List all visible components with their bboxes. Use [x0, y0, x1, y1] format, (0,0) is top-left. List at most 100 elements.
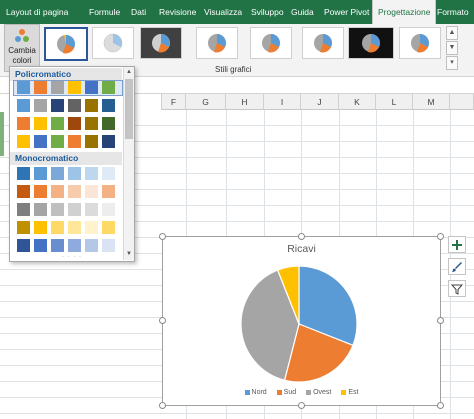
resize-handle[interactable] [159, 317, 166, 324]
gallery-more-icon[interactable]: ▾ [446, 56, 458, 70]
tab-guida[interactable]: Guida [291, 0, 314, 24]
colorful-swatch[interactable] [85, 99, 98, 112]
monochrome-swatch[interactable] [34, 239, 47, 252]
resize-handle[interactable] [298, 402, 305, 409]
colorful-swatch[interactable] [34, 81, 47, 94]
colorful-swatch[interactable] [102, 81, 115, 94]
monochrome-swatch[interactable] [85, 239, 98, 252]
monochrome-swatch[interactable] [85, 221, 98, 234]
column-header-n[interactable] [450, 94, 474, 110]
chart-filters-button[interactable] [448, 280, 466, 297]
monochrome-swatch[interactable] [102, 239, 115, 252]
chart-styles-button[interactable] [448, 258, 466, 275]
chart-elements-button[interactable] [448, 236, 466, 253]
tab-sviluppo[interactable]: Sviluppo [251, 0, 284, 24]
monochrome-swatch[interactable] [51, 221, 64, 234]
menu-scrollbar[interactable]: ▲ ▼ [123, 67, 134, 260]
chart-style-6[interactable] [302, 27, 344, 59]
colorful-swatch[interactable] [68, 81, 81, 94]
scroll-down-icon[interactable]: ▼ [124, 249, 134, 259]
scroll-up-icon[interactable]: ▲ [124, 67, 134, 77]
colorful-swatch[interactable] [34, 99, 47, 112]
monochrome-swatch[interactable] [34, 203, 47, 216]
colorful-swatch[interactable] [51, 81, 64, 94]
colorful-swatch[interactable] [68, 117, 81, 130]
colorful-swatch[interactable] [68, 135, 81, 148]
column-header-m[interactable]: M [413, 94, 450, 110]
monochrome-swatch[interactable] [85, 185, 98, 198]
scroll-thumb[interactable] [125, 79, 133, 139]
resize-handle[interactable] [298, 233, 305, 240]
colorful-swatch[interactable] [85, 135, 98, 148]
colorful-swatch[interactable] [85, 81, 98, 94]
tab-layout-di-pagina[interactable]: Layout di pagina [6, 0, 68, 24]
colorful-swatch[interactable] [102, 117, 115, 130]
monochrome-swatch[interactable] [51, 203, 64, 216]
monochrome-swatch[interactable] [85, 167, 98, 180]
colorful-swatch[interactable] [17, 135, 30, 148]
monochrome-swatch[interactable] [17, 167, 30, 180]
colorful-swatch[interactable] [34, 117, 47, 130]
monochrome-swatch[interactable] [51, 185, 64, 198]
pie-plot-area[interactable] [163, 237, 440, 405]
colorful-swatch[interactable] [102, 99, 115, 112]
tab-dati[interactable]: Dati [131, 0, 146, 24]
resize-grip-icon[interactable]: · · · · [62, 254, 82, 260]
change-colors-button[interactable]: Cambia colori [4, 24, 40, 72]
column-header-i[interactable]: I [264, 94, 301, 110]
colorful-swatch[interactable] [17, 99, 30, 112]
monochrome-swatch[interactable] [68, 203, 81, 216]
monochrome-swatch[interactable] [17, 239, 30, 252]
monochrome-swatch[interactable] [85, 203, 98, 216]
chart-legend[interactable]: Nord Sud Ovest Est [163, 389, 440, 396]
monochrome-swatch[interactable] [102, 221, 115, 234]
monochrome-swatch[interactable] [34, 221, 47, 234]
colorful-swatch[interactable] [68, 99, 81, 112]
chart-style-3[interactable] [140, 27, 182, 59]
chart-style-4[interactable] [196, 27, 238, 59]
colorful-swatch[interactable] [51, 117, 64, 130]
column-header-j[interactable]: J [301, 94, 339, 110]
resize-handle[interactable] [437, 317, 444, 324]
chart-style-1[interactable] [44, 27, 88, 61]
monochrome-swatch[interactable] [102, 203, 115, 216]
colorful-swatch[interactable] [17, 81, 30, 94]
colorful-swatch[interactable] [51, 99, 64, 112]
monochrome-swatch[interactable] [17, 221, 30, 234]
monochrome-swatch[interactable] [51, 167, 64, 180]
column-header-g[interactable]: G [186, 94, 226, 110]
column-header-l[interactable]: L [376, 94, 413, 110]
monochrome-swatch[interactable] [51, 239, 64, 252]
monochrome-swatch[interactable] [102, 167, 115, 180]
colorful-swatch[interactable] [85, 117, 98, 130]
monochrome-swatch[interactable] [17, 203, 30, 216]
colorful-swatch[interactable] [102, 135, 115, 148]
colorful-swatch[interactable] [34, 135, 47, 148]
chart-style-7[interactable] [348, 27, 394, 59]
resize-handle[interactable] [437, 233, 444, 240]
monochrome-swatch[interactable] [68, 239, 81, 252]
tab-power-pivot[interactable]: Power Pivot [324, 0, 369, 24]
column-header-f[interactable]: F [162, 94, 186, 110]
column-header-h[interactable]: H [226, 94, 264, 110]
monochrome-swatch[interactable] [17, 185, 30, 198]
resize-handle[interactable] [437, 402, 444, 409]
chart-style-2[interactable] [92, 27, 134, 59]
monochrome-swatch[interactable] [34, 167, 47, 180]
resize-handle[interactable] [159, 402, 166, 409]
colorful-swatch[interactable] [17, 117, 30, 130]
tab-visualizza[interactable]: Visualizza [204, 0, 242, 24]
monochrome-swatch[interactable] [102, 185, 115, 198]
resize-handle[interactable] [159, 233, 166, 240]
gallery-up-icon[interactable]: ▲ [446, 26, 458, 40]
monochrome-swatch[interactable] [68, 167, 81, 180]
monochrome-swatch[interactable] [34, 185, 47, 198]
chart-style-5[interactable] [250, 27, 292, 59]
monochrome-swatch[interactable] [68, 185, 81, 198]
tab-formule[interactable]: Formule [89, 0, 120, 24]
colorful-swatch[interactable] [51, 135, 64, 148]
chart-style-8[interactable] [399, 27, 441, 59]
pie-chart[interactable]: Ricavi Nord Sud Ovest Est [162, 236, 441, 406]
column-header-k[interactable]: K [339, 94, 376, 110]
tab-formato[interactable]: Formato [437, 0, 469, 24]
